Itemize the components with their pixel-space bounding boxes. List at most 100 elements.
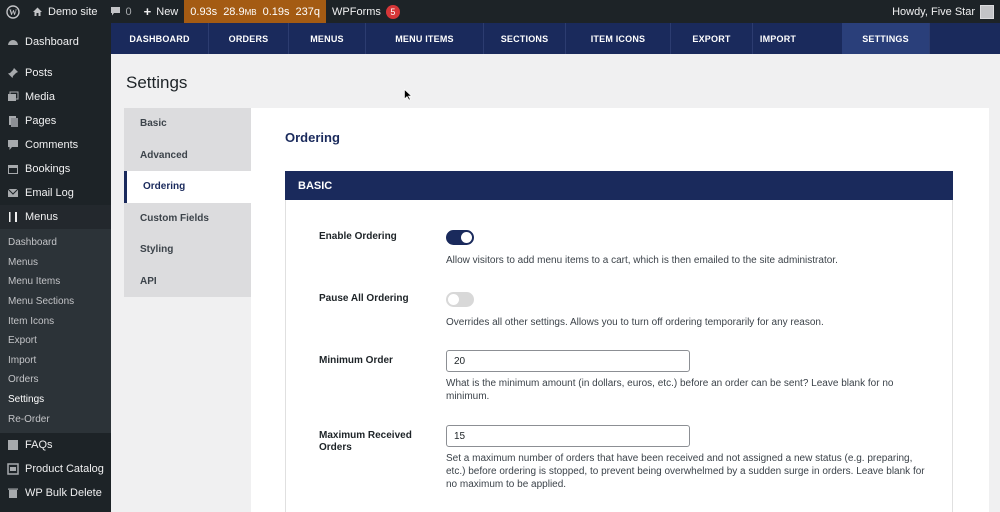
tab-import[interactable]: IMPORT — [753, 23, 803, 54]
sidebar-item-label: Email Log — [25, 187, 74, 199]
submenu-item-menus[interactable]: Menus — [0, 253, 111, 273]
comments-link[interactable]: 0 — [104, 0, 138, 23]
enable-ordering-toggle[interactable] — [446, 230, 474, 245]
sidebar-item-product-catalog[interactable]: Product Catalog — [0, 457, 111, 481]
submenu-item-re-order[interactable]: Re-Order — [0, 409, 111, 429]
tab-orders[interactable]: ORDERS — [209, 23, 289, 54]
admin-sidebar: Dashboard Posts Media Pages Comments Boo… — [0, 23, 111, 512]
tab-export[interactable]: EXPORT — [671, 23, 753, 54]
sidebar-item-faqs[interactable]: FAQs — [0, 433, 111, 457]
plugin-tabs: DASHBOARD ORDERS MENUS MENU ITEMS SECTIO… — [111, 23, 1000, 54]
avatar — [980, 4, 994, 19]
sidebar-item-label: Media — [25, 91, 55, 103]
admin-bar: W Demo site 0 + New 0.93s 28.9MB 0.19s 2… — [0, 0, 1000, 23]
sidebar-item-label: Bookings — [25, 163, 71, 175]
minimum-order-label: Minimum Order — [319, 355, 393, 366]
wpforms-link[interactable]: WPForms 5 — [326, 0, 406, 23]
media-icon — [6, 91, 19, 104]
settings-nav-api[interactable]: API — [124, 266, 251, 298]
submenu-item-export[interactable]: Export — [0, 331, 111, 351]
pages-icon — [6, 115, 19, 128]
page-title: Settings — [126, 73, 188, 92]
enable-ordering-label: Enable Ordering — [319, 231, 397, 242]
new-label: New — [156, 5, 179, 18]
submenu-item-import[interactable]: Import — [0, 351, 111, 371]
home-icon — [33, 7, 42, 16]
query-monitor-stats[interactable]: 0.93s 28.9MB 0.19s 237q — [184, 0, 327, 23]
catalog-icon — [6, 462, 19, 475]
tab-item-icons[interactable]: ITEM ICONS — [566, 23, 671, 54]
section-title: BASIC — [298, 179, 333, 192]
settings-panel: Ordering BASIC Enable Ordering Allow vis… — [251, 108, 989, 512]
comments-icon — [6, 139, 19, 152]
submenu-item-menu-items[interactable]: Menu Items — [0, 272, 111, 292]
sidebar-item-label: Dashboard — [25, 36, 79, 48]
tab-dashboard[interactable]: DASHBOARD — [111, 23, 209, 54]
qm-queries: 237q — [295, 5, 321, 18]
minimum-order-description: What is the minimum amount (in dollars, … — [446, 378, 894, 402]
section-header: BASIC — [285, 171, 953, 200]
comments-count: 0 — [125, 5, 132, 18]
qm-memory: 28.9MB — [223, 5, 257, 18]
mouse-cursor-icon — [404, 89, 412, 101]
sidebar-item-dashboard[interactable]: Dashboard — [0, 30, 111, 54]
sidebar-item-menus[interactable]: Menus — [0, 205, 111, 229]
new-content-link[interactable]: + New — [138, 0, 185, 23]
fork-knife-icon — [6, 211, 19, 224]
sidebar-item-comments[interactable]: Comments — [0, 133, 111, 157]
sidebar-item-email-log[interactable]: Email Log — [0, 181, 111, 205]
site-name: Demo site — [48, 5, 98, 18]
wpforms-badge: 5 — [385, 4, 400, 19]
settings-nav-basic[interactable]: Basic — [124, 108, 251, 140]
sidebar-item-bookings[interactable]: Bookings — [0, 157, 111, 181]
sidebar-item-wp-bulk-delete[interactable]: WP Bulk Delete — [0, 481, 111, 505]
site-name-link[interactable]: Demo site — [26, 0, 104, 23]
sidebar-item-label: Menus — [25, 211, 59, 223]
plus-icon: + — [143, 4, 152, 19]
tab-menu-items[interactable]: MENU ITEMS — [366, 23, 484, 54]
qm-db-time: 0.19s — [262, 5, 290, 18]
toggle-knob — [448, 294, 459, 305]
settings-nav-custom-fields[interactable]: Custom Fields — [124, 203, 251, 235]
pause-ordering-toggle[interactable] — [446, 292, 474, 307]
maximum-received-description: Set a maximum number of orders that have… — [446, 453, 925, 490]
wordpress-logo-icon[interactable]: W — [0, 0, 26, 23]
pin-icon — [6, 67, 19, 80]
settings-nav-advanced[interactable]: Advanced — [124, 140, 251, 172]
settings-nav: Basic Advanced Ordering Custom Fields St… — [124, 108, 251, 297]
submenu-item-settings[interactable]: Settings — [0, 390, 111, 410]
trash-icon — [6, 486, 19, 499]
sidebar-item-label: Comments — [25, 139, 79, 151]
tab-menus[interactable]: MENUS — [289, 23, 366, 54]
calendar-icon — [6, 163, 19, 176]
pause-ordering-description: Overrides all other settings. Allows you… — [446, 317, 824, 328]
email-icon — [6, 187, 19, 200]
svg-text:W: W — [9, 8, 17, 17]
submenu-item-dashboard[interactable]: Dashboard — [0, 233, 111, 253]
my-account-link[interactable]: Howdy, Five Star — [886, 0, 1000, 23]
pause-ordering-label: Pause All Ordering — [319, 293, 409, 304]
faq-icon — [6, 438, 19, 451]
submenu-item-menu-sections[interactable]: Menu Sections — [0, 292, 111, 312]
tab-sections[interactable]: SECTIONS — [484, 23, 566, 54]
wpforms-label: WPForms — [332, 5, 381, 18]
sidebar-item-label: Posts — [25, 67, 53, 79]
menus-submenu: Dashboard Menus Menu Items Menu Sections… — [0, 229, 111, 433]
settings-nav-ordering[interactable]: Ordering — [124, 171, 251, 203]
sidebar-item-label: Pages — [25, 115, 57, 127]
submenu-item-item-icons[interactable]: Item Icons — [0, 311, 111, 331]
enable-ordering-description: Allow visitors to add menu items to a ca… — [446, 255, 838, 266]
sidebar-item-posts[interactable]: Posts — [0, 61, 111, 85]
minimum-order-input[interactable]: 20 — [446, 350, 690, 372]
sidebar-item-label: WP Bulk Delete — [25, 486, 102, 499]
howdy-text: Howdy, Five Star — [892, 5, 975, 18]
tab-settings[interactable]: SETTINGS — [842, 23, 930, 54]
sidebar-item-media[interactable]: Media — [0, 85, 111, 109]
maximum-received-label: Maximum Received Orders — [319, 430, 412, 453]
sidebar-item-pages[interactable]: Pages — [0, 109, 111, 133]
toggle-knob — [461, 232, 472, 243]
settings-nav-styling[interactable]: Styling — [124, 234, 251, 266]
submenu-item-orders[interactable]: Orders — [0, 370, 111, 390]
maximum-received-input[interactable]: 15 — [446, 425, 690, 447]
comment-bubble-icon — [110, 7, 120, 16]
